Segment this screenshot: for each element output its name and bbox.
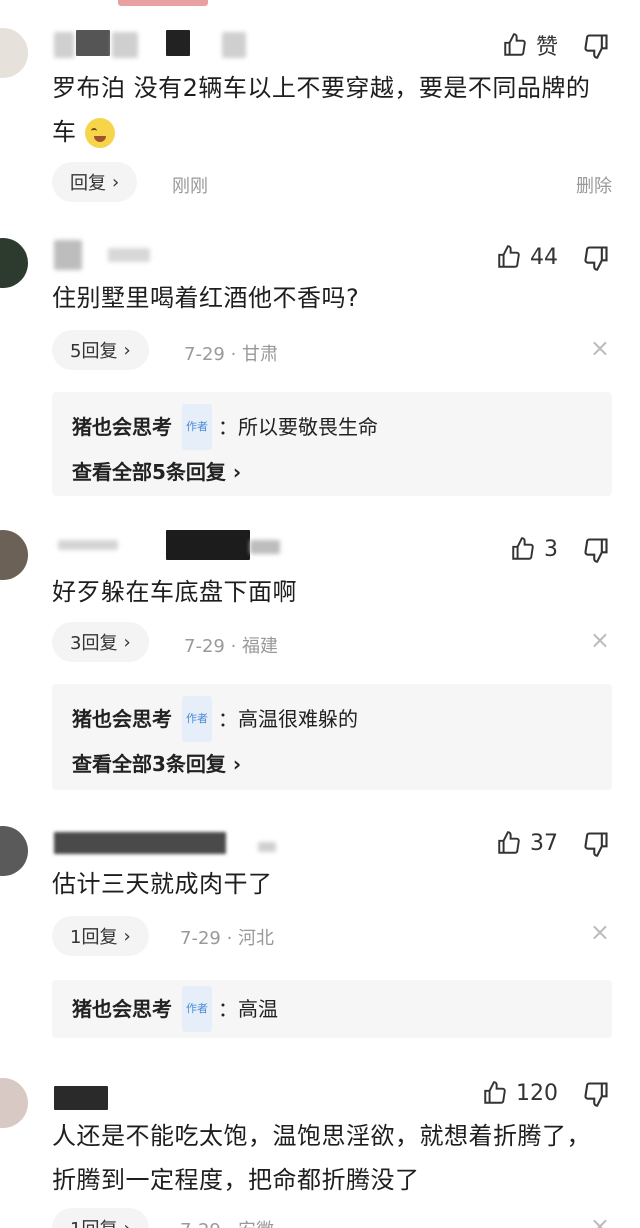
thumbs-up-icon	[512, 537, 534, 560]
reply-button[interactable]: 1回复 ›	[52, 1208, 149, 1228]
comment-time-location: 7-29 · 福建	[184, 636, 279, 657]
reply-line: 猪也会思考 作者 ：高温	[72, 986, 592, 1032]
username-blur	[166, 530, 250, 560]
username-blur	[112, 32, 138, 58]
close-icon[interactable]: ×	[590, 1212, 610, 1228]
reply-text: ：高温	[218, 997, 278, 1021]
reply-author[interactable]: 猪也会思考	[72, 987, 172, 1031]
username-blur	[54, 1086, 108, 1110]
comment-text: 罗布泊 没有2辆车以上不要穿越，要是不同品牌的车	[52, 74, 591, 148]
thumbs-up-icon	[504, 33, 526, 56]
thumbs-down-icon[interactable]	[582, 244, 610, 272]
view-all-replies-link[interactable]: 查看全部5条回复 ›	[72, 450, 592, 494]
comment-time-location: 7-29 · 河北	[180, 928, 275, 949]
username-blur	[54, 32, 74, 58]
chevron-right-icon: ›	[232, 752, 242, 776]
reply-preview[interactable]: 猪也会思考 作者 ：所以要敬畏生命 查看全部5条回复 ›	[52, 392, 612, 496]
author-badge: 作者	[182, 986, 212, 1032]
chevron-right-icon: ›	[123, 631, 131, 653]
username-blur	[54, 240, 82, 270]
comment-text: 好歹躲在车底盘下面啊	[52, 578, 297, 606]
reply-button[interactable]: 3回复 ›	[52, 622, 149, 662]
like-button[interactable]: 120	[482, 1076, 558, 1110]
like-button[interactable]: 37	[496, 826, 558, 860]
reply-button[interactable]: 1回复 ›	[52, 916, 149, 956]
reply-text: ：所以要敬畏生命	[218, 415, 378, 439]
username-blur	[54, 832, 226, 854]
comment-text: 人还是不能吃太饱，温饱思淫欲，就想着折腾了，折腾到一定程度，把命都折腾没了	[52, 1122, 591, 1194]
like-count: 37	[530, 830, 558, 856]
avatar[interactable]	[0, 238, 28, 288]
author-badge: 作者	[182, 696, 212, 742]
close-icon[interactable]: ×	[590, 334, 610, 362]
thumbs-down-icon[interactable]	[582, 830, 610, 858]
username-blur	[250, 540, 280, 554]
thumbs-up-icon	[498, 245, 520, 268]
thumbs-up-icon	[498, 831, 520, 854]
like-count: 赞	[535, 35, 558, 60]
author-badge: 作者	[182, 404, 212, 450]
reply-preview[interactable]: 猪也会思考 作者 ：高温	[52, 980, 612, 1038]
avatar[interactable]	[0, 826, 28, 876]
thumbs-down-icon[interactable]	[582, 1080, 610, 1108]
username-blur	[258, 842, 276, 852]
like-button[interactable]: 44	[496, 240, 558, 274]
like-button[interactable]: 3	[510, 532, 558, 566]
reply-button[interactable]: 回复 ›	[52, 162, 138, 202]
reply-button[interactable]: 5回复 ›	[52, 330, 149, 370]
thumbs-down-icon[interactable]	[582, 32, 610, 60]
top-indicator	[118, 0, 208, 6]
reply-line: 猪也会思考 作者 ：所以要敬畏生命	[72, 404, 592, 450]
username-blur	[58, 540, 118, 550]
reply-text: ：高温很难躲的	[218, 707, 358, 731]
thumbs-up-icon	[484, 1081, 506, 1104]
username-blur	[108, 248, 150, 262]
avatar[interactable]	[0, 28, 28, 78]
chevron-right-icon: ›	[232, 460, 242, 484]
comment-time: 刚刚	[172, 176, 208, 197]
reply-preview[interactable]: 猪也会思考 作者 ：高温很难躲的 查看全部3条回复 ›	[52, 684, 612, 790]
reply-author[interactable]: 猪也会思考	[72, 697, 172, 741]
reply-line: 猪也会思考 作者 ：高温很难躲的	[72, 696, 592, 742]
chevron-right-icon: ›	[123, 339, 131, 361]
username-blur	[222, 32, 246, 58]
username-blur	[166, 30, 190, 56]
chevron-right-icon: ›	[112, 171, 120, 193]
avatar[interactable]	[0, 1078, 28, 1128]
comment-time-location: 7-29 · 甘肃	[184, 344, 279, 365]
comment-time-location: 7-29 · 安徽	[180, 1216, 274, 1228]
close-icon[interactable]: ×	[590, 918, 610, 946]
delete-button[interactable]: 删除	[576, 172, 612, 198]
like-count: 120	[516, 1080, 558, 1106]
avatar[interactable]	[0, 530, 28, 580]
like-count: 44	[530, 244, 558, 270]
reply-author[interactable]: 猪也会思考	[72, 405, 172, 449]
chevron-right-icon: ›	[123, 925, 131, 947]
close-icon[interactable]: ×	[590, 626, 610, 654]
chevron-right-icon: ›	[123, 1217, 131, 1228]
crying-laughing-emoji-icon	[84, 118, 115, 148]
view-all-replies-link[interactable]: 查看全部3条回复 ›	[72, 742, 592, 786]
comment-text: 估计三天就成肉干了	[52, 870, 273, 898]
like-button[interactable]: 赞	[502, 28, 558, 62]
comment-text: 住别墅里喝着红酒他不香吗?	[52, 284, 360, 312]
like-count: 3	[544, 536, 558, 562]
thumbs-down-icon[interactable]	[582, 536, 610, 564]
username-blur	[76, 30, 110, 56]
